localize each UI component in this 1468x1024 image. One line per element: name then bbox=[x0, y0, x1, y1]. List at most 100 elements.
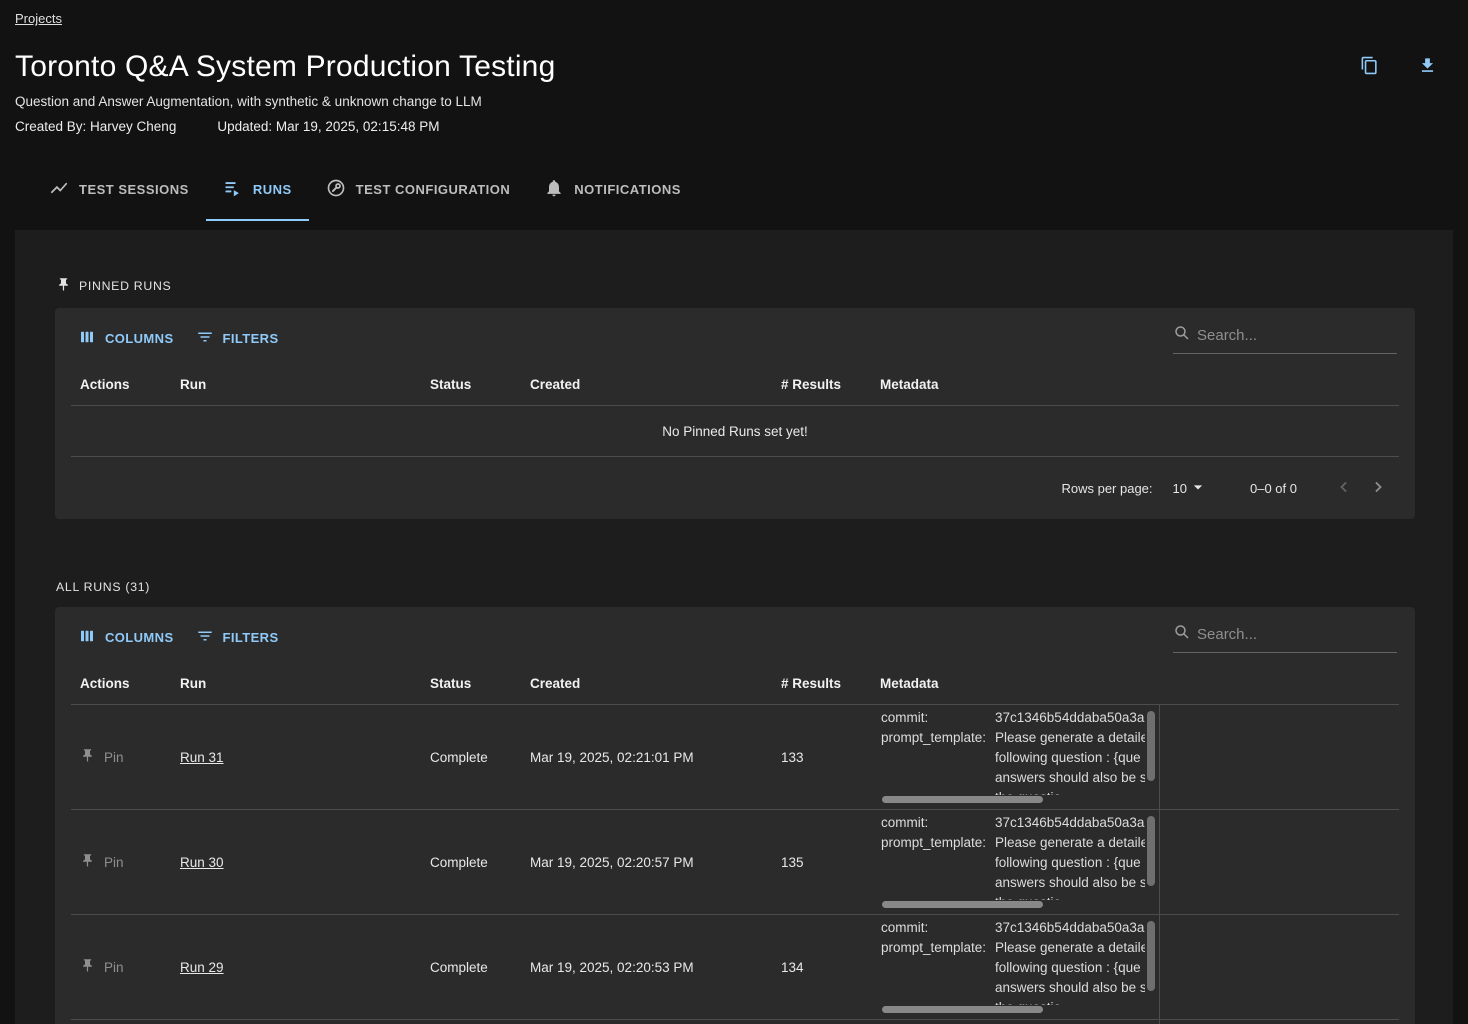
run-link[interactable]: Run 29 bbox=[180, 960, 224, 975]
horizontal-scrollbar[interactable] bbox=[882, 901, 1043, 908]
table-row-run-29: Pin Run 29 Complete Mar 19, 2025, 02:20:… bbox=[71, 915, 1399, 1020]
pin-button[interactable]: Pin bbox=[80, 958, 124, 976]
tab-test-configuration[interactable]: TEST CONFIGURATION bbox=[309, 164, 528, 221]
pin-button[interactable]: Pin bbox=[80, 853, 124, 871]
pushpin-icon bbox=[80, 853, 95, 871]
all-runs-search bbox=[1173, 623, 1397, 653]
metadata-content: commit: 37c1346b54ddaba50a3a prompt_temp… bbox=[881, 708, 1145, 795]
page-meta: Created By: Harvey Cheng Updated: Mar 19… bbox=[15, 119, 1453, 134]
tab-test-sessions[interactable]: TEST SESSIONS bbox=[32, 164, 206, 221]
metadata-value: Please generate a detaile following ques… bbox=[995, 728, 1145, 795]
metadata-key: commit: bbox=[881, 813, 995, 833]
search-input[interactable] bbox=[1197, 327, 1397, 344]
tab-label: RUNS bbox=[253, 182, 292, 197]
metadata-value: 37c1346b54ddaba50a3a bbox=[995, 918, 1145, 938]
metadata-key: commit: bbox=[881, 708, 995, 728]
rows-per-page-label: Rows per page: bbox=[1061, 481, 1152, 496]
metadata-value: 37c1346b54ddaba50a3a bbox=[995, 813, 1145, 833]
metadata-cell[interactable]: commit: 37c1346b54ddaba50a3a prompt_temp… bbox=[880, 705, 1160, 809]
created-cell: Mar 19, 2025, 02:21:01 PM bbox=[530, 750, 781, 765]
download-button[interactable] bbox=[1408, 53, 1446, 81]
header-actions-col: Actions bbox=[80, 377, 180, 392]
table-row-run-30: Pin Run 30 Complete Mar 19, 2025, 02:20:… bbox=[71, 810, 1399, 915]
pin-button-label: Pin bbox=[104, 750, 124, 765]
table-row-partial bbox=[71, 1020, 1399, 1024]
previous-page-button[interactable] bbox=[1327, 471, 1361, 505]
tab-label: TEST CONFIGURATION bbox=[356, 182, 511, 197]
metadata-cell[interactable]: commit: 37c1346b54ddaba50a3a prompt_temp… bbox=[880, 915, 1160, 1019]
header-results-col: # Results bbox=[781, 377, 880, 392]
chevron-right-icon bbox=[1368, 477, 1388, 500]
status-cell: Complete bbox=[430, 855, 530, 870]
results-cell: 135 bbox=[781, 855, 880, 870]
runs-icon bbox=[223, 178, 243, 201]
bell-icon bbox=[544, 178, 564, 201]
run-link[interactable]: Run 31 bbox=[180, 750, 224, 765]
all-runs-toolbar: COLUMNS FILTERS bbox=[55, 607, 1415, 662]
pinned-pagination: Rows per page: 10 0–0 of 0 bbox=[55, 457, 1415, 519]
pushpin-icon bbox=[80, 958, 95, 976]
metadata-key: prompt_template: bbox=[881, 728, 995, 795]
header-results-col: # Results bbox=[781, 676, 880, 691]
created-cell: Mar 19, 2025, 02:20:53 PM bbox=[530, 960, 781, 975]
tab-runs[interactable]: RUNS bbox=[206, 164, 309, 221]
header-status-col: Status bbox=[430, 377, 530, 392]
rows-per-page-value: 10 bbox=[1173, 481, 1187, 496]
metadata-key: prompt_template: bbox=[881, 833, 995, 900]
page-title: Toronto Q&A System Production Testing bbox=[15, 50, 1453, 84]
metadata-cell bbox=[880, 1020, 1160, 1024]
vertical-scrollbar[interactable] bbox=[1147, 816, 1155, 886]
horizontal-scrollbar[interactable] bbox=[882, 1006, 1043, 1013]
filters-button[interactable]: FILTERS bbox=[196, 328, 279, 349]
created-by-text: Created By: Harvey Cheng bbox=[15, 119, 176, 134]
line-chart-icon bbox=[49, 178, 69, 201]
horizontal-scrollbar[interactable] bbox=[882, 796, 1043, 803]
filter-icon bbox=[196, 328, 214, 349]
caret-down-icon bbox=[1188, 477, 1208, 500]
created-cell: Mar 19, 2025, 02:20:57 PM bbox=[530, 855, 781, 870]
header-created-col: Created bbox=[530, 377, 781, 392]
download-icon bbox=[1418, 56, 1437, 78]
search-icon bbox=[1173, 623, 1191, 646]
pin-button-label: Pin bbox=[104, 855, 124, 870]
metadata-value: Please generate a detaile following ques… bbox=[995, 938, 1145, 1005]
header-actions bbox=[1350, 53, 1446, 81]
results-cell: 133 bbox=[781, 750, 880, 765]
metadata-value: 37c1346b54ddaba50a3a bbox=[995, 708, 1145, 728]
pushpin-icon bbox=[80, 748, 95, 766]
search-input[interactable] bbox=[1197, 626, 1397, 643]
page-subtitle: Question and Answer Augmentation, with s… bbox=[15, 94, 1453, 109]
metadata-content: commit: 37c1346b54ddaba50a3a prompt_temp… bbox=[881, 813, 1145, 900]
columns-button[interactable]: COLUMNS bbox=[78, 328, 174, 349]
updated-text: Updated: Mar 19, 2025, 02:15:48 PM bbox=[217, 119, 439, 134]
metadata-content: commit: 37c1346b54ddaba50a3a prompt_temp… bbox=[881, 918, 1145, 1005]
filter-icon bbox=[196, 627, 214, 648]
metadata-value: Please generate a detaile following ques… bbox=[995, 833, 1145, 900]
results-cell: 134 bbox=[781, 960, 880, 975]
pushpin-icon bbox=[56, 277, 71, 295]
filters-button[interactable]: FILTERS bbox=[196, 627, 279, 648]
pin-button[interactable]: Pin bbox=[80, 748, 124, 766]
breadcrumb-projects-link[interactable]: Projects bbox=[15, 11, 62, 26]
header-status-col: Status bbox=[430, 676, 530, 691]
next-page-button[interactable] bbox=[1361, 471, 1395, 505]
header-actions-col: Actions bbox=[80, 676, 180, 691]
header-created-col: Created bbox=[530, 676, 781, 691]
columns-button[interactable]: COLUMNS bbox=[78, 627, 174, 648]
tab-label: TEST SESSIONS bbox=[79, 182, 189, 197]
metadata-cell[interactable]: commit: 37c1346b54ddaba50a3a prompt_temp… bbox=[880, 810, 1160, 914]
all-runs-table-header: Actions Run Status Created # Results Met… bbox=[71, 662, 1399, 705]
header-run-col: Run bbox=[180, 676, 430, 691]
filters-button-label: FILTERS bbox=[223, 630, 279, 645]
copy-button[interactable] bbox=[1350, 53, 1388, 81]
pagination-range: 0–0 of 0 bbox=[1250, 481, 1297, 496]
table-row-run-31: Pin Run 31 Complete Mar 19, 2025, 02:21:… bbox=[71, 705, 1399, 810]
run-link[interactable]: Run 30 bbox=[180, 855, 224, 870]
tab-notifications[interactable]: NOTIFICATIONS bbox=[527, 164, 698, 221]
pinned-table-header: Actions Run Status Created # Results Met… bbox=[71, 363, 1399, 406]
search-icon bbox=[1173, 324, 1191, 347]
vertical-scrollbar[interactable] bbox=[1147, 711, 1155, 781]
rows-per-page-select[interactable]: 10 bbox=[1173, 477, 1208, 500]
pinned-empty-state: No Pinned Runs set yet! bbox=[71, 406, 1399, 457]
vertical-scrollbar[interactable] bbox=[1147, 921, 1155, 991]
